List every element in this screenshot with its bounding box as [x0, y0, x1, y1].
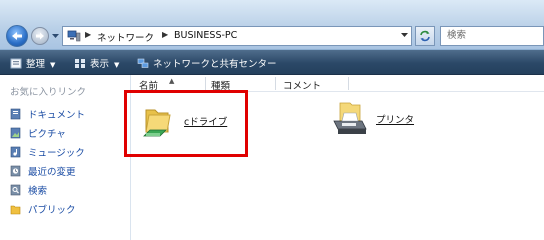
- breadcrumb-separator-icon[interactable]: ▶: [85, 30, 91, 39]
- breadcrumb-network[interactable]: ネットワーク: [97, 30, 154, 44]
- favorite-link-label: ピクチャ: [28, 129, 66, 140]
- chevron-down-icon: ▼: [50, 61, 56, 69]
- network-sharing-label: ネットワークと共有センター: [153, 59, 277, 70]
- favorite-link-music[interactable]: ミュージック: [10, 145, 85, 159]
- back-button[interactable]: [6, 25, 28, 47]
- highlight-box: [124, 90, 248, 157]
- favorite-links-pane: お気に入りリンク ドキュメント ピクチャ ミュージック 最近の変更 検索 パブリ…: [0, 75, 131, 240]
- document-icon: [10, 108, 21, 120]
- organize-label: 整理: [26, 59, 46, 70]
- item-label: プリンタ: [376, 115, 415, 126]
- views-button[interactable]: 表示 ▼: [74, 56, 119, 70]
- search-input[interactable]: 検索: [440, 26, 544, 46]
- network-sharing-center-button[interactable]: ネットワークと共有センター: [137, 56, 277, 70]
- column-divider[interactable]: [205, 77, 206, 90]
- breadcrumb-business-pc[interactable]: BUSINESS-PC: [174, 30, 237, 41]
- forward-button[interactable]: [31, 27, 49, 45]
- address-dropdown-icon[interactable]: [401, 33, 408, 38]
- refresh-icon: [420, 30, 430, 42]
- column-divider[interactable]: [275, 77, 276, 90]
- favorite-link-pictures[interactable]: ピクチャ: [10, 126, 66, 140]
- favorite-link-label: 最近の変更: [28, 167, 76, 178]
- chevron-down-icon: ▼: [114, 61, 120, 69]
- command-toolbar: 整理 ▼ 表示 ▼ ネットワークと共有センター: [0, 50, 544, 75]
- sort-ascending-icon: ▲: [169, 77, 175, 85]
- public-folder-icon: [10, 205, 21, 215]
- picture-icon: [10, 127, 21, 139]
- favorite-link-public[interactable]: パブリック: [10, 202, 76, 216]
- arrow-left-icon: [12, 32, 22, 40]
- music-icon: [10, 146, 21, 158]
- organize-icon: [10, 58, 22, 69]
- breadcrumb-separator-icon[interactable]: ▶: [162, 30, 168, 39]
- refresh-button[interactable]: [415, 26, 435, 46]
- favorite-link-documents[interactable]: ドキュメント: [10, 107, 85, 121]
- views-label: 表示: [90, 59, 110, 70]
- favorite-links-title: お気に入りリンク: [10, 87, 87, 98]
- organize-button[interactable]: 整理 ▼: [10, 56, 55, 70]
- search-icon: [10, 184, 21, 196]
- views-icon: [75, 59, 85, 68]
- address-bar[interactable]: ▶ ネットワーク ▶ BUSINESS-PC: [62, 26, 412, 46]
- network-sharing-icon: [137, 58, 149, 68]
- favorite-link-label: ドキュメント: [28, 110, 86, 121]
- list-item-printer[interactable]: プリンタ: [330, 99, 414, 139]
- column-header-comment[interactable]: コメント: [283, 78, 321, 92]
- network-computer-icon: [67, 30, 81, 42]
- favorite-link-label: パブリック: [28, 205, 76, 216]
- recent-icon: [10, 165, 21, 177]
- favorite-link-label: 検索: [28, 186, 48, 197]
- column-divider[interactable]: [348, 77, 349, 90]
- recent-pages-dropdown-icon[interactable]: [52, 33, 59, 39]
- favorite-link-recent-changes[interactable]: 最近の変更: [10, 164, 76, 178]
- address-bar-row: ▶ ネットワーク ▶ BUSINESS-PC 検索: [0, 0, 544, 50]
- favorite-link-search[interactable]: 検索: [10, 183, 47, 197]
- arrow-right-icon: [36, 32, 44, 40]
- printer-icon: [333, 102, 367, 134]
- favorite-link-label: ミュージック: [28, 148, 85, 159]
